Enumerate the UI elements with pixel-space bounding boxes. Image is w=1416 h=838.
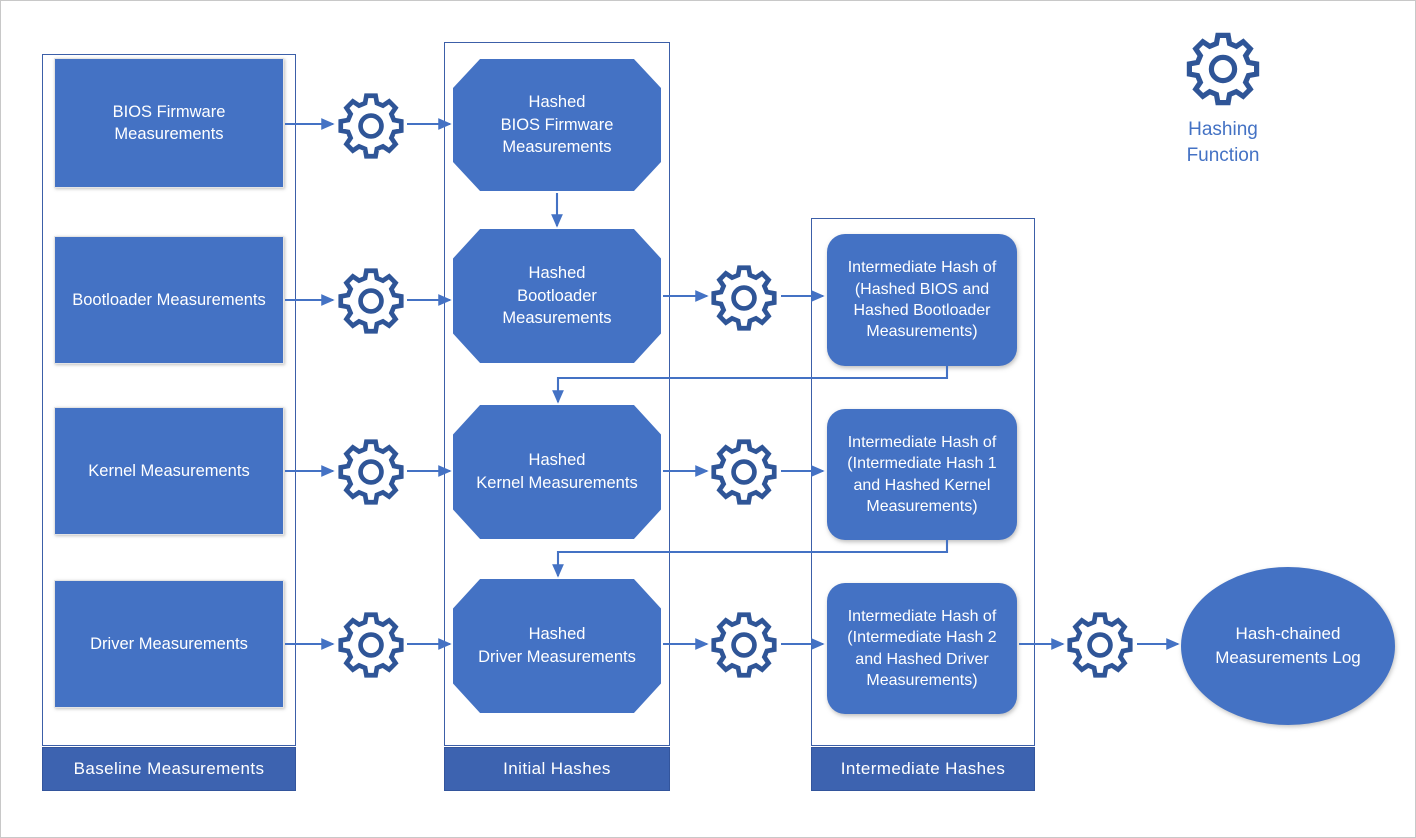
- diagram-canvas: Baseline Measurements Initial Hashes Int…: [0, 0, 1416, 838]
- column-label-initial: Initial Hashes: [444, 747, 670, 791]
- node-intermediate-hash-1[interactable]: Intermediate Hash of (Hashed BIOS and Hash…: [827, 234, 1017, 366]
- node-intermediate-hash-2[interactable]: Intermediate Hash of (Intermediate Hash 1…: [827, 409, 1017, 540]
- node-hashed-bios[interactable]: Hashed BIOS Firmware Measurements: [453, 59, 661, 191]
- node-bootloader-measurements[interactable]: Bootloader Measurements: [54, 236, 284, 364]
- node-hashed-kernel[interactable]: Hashed Kernel Measurements: [453, 405, 661, 539]
- gear-icon: [708, 436, 780, 508]
- gear-icon: [708, 609, 780, 681]
- column-label-baseline: Baseline Measurements: [42, 747, 296, 791]
- gear-icon: [335, 265, 407, 337]
- column-label-intermediate: Intermediate Hashes: [811, 747, 1035, 791]
- node-intermediate-hash-3[interactable]: Intermediate Hash of (Intermediate Hash 2…: [827, 583, 1017, 714]
- legend-gear-icon: [1183, 29, 1263, 109]
- node-hash-chained-log[interactable]: Hash-chained Measurements Log: [1181, 567, 1395, 725]
- legend-label: Hashing Function: [1186, 119, 1260, 166]
- gear-icon: [335, 90, 407, 162]
- node-hashed-driver[interactable]: Hashed Driver Measurements: [453, 579, 661, 713]
- node-driver-measurements[interactable]: Driver Measurements: [54, 580, 284, 708]
- node-kernel-measurements[interactable]: Kernel Measurements: [54, 407, 284, 535]
- gear-icon: [335, 609, 407, 681]
- gear-icon: [1064, 609, 1136, 681]
- node-hashed-bootloader[interactable]: Hashed Bootloader Measurements: [453, 229, 661, 363]
- gear-icon: [708, 262, 780, 334]
- gear-icon: [335, 436, 407, 508]
- node-bios-measurements[interactable]: BIOS Firmware Measurements: [54, 58, 284, 188]
